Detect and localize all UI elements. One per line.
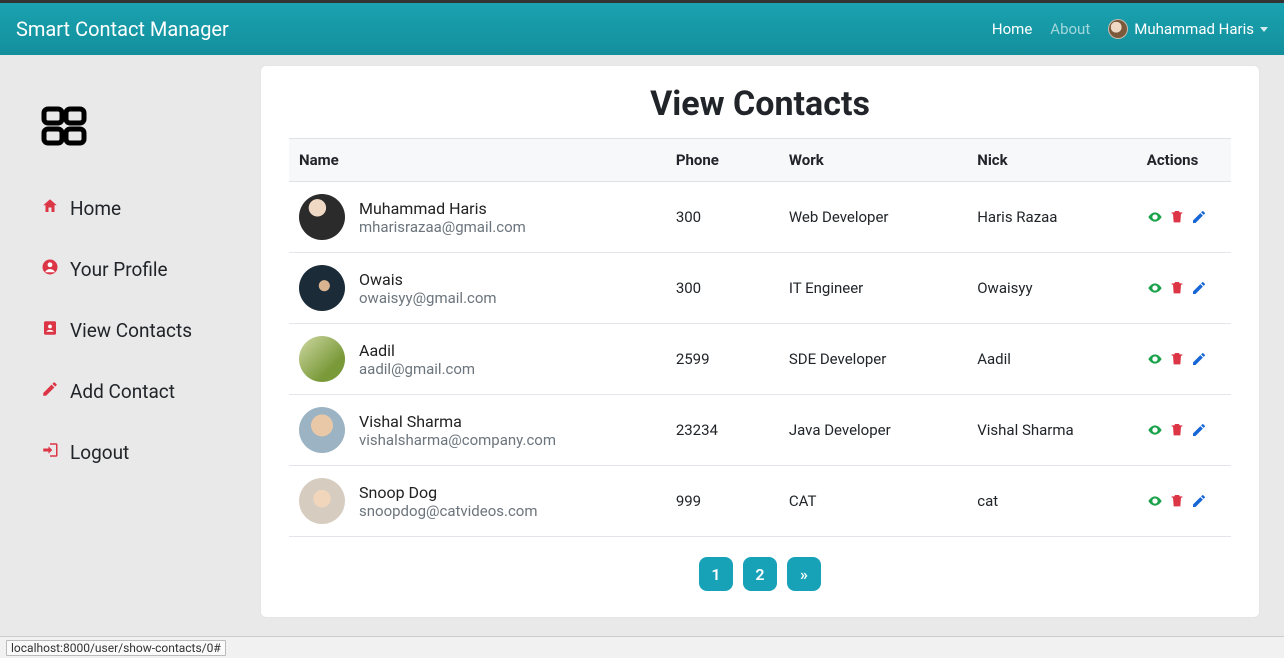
contact-phone: 300 — [666, 182, 779, 253]
contact-work: Java Developer — [779, 395, 967, 466]
col-header-name: Name — [289, 139, 666, 182]
col-header-actions: Actions — [1137, 139, 1231, 182]
sidebar-item-view-contacts[interactable]: View Contacts — [40, 319, 240, 342]
sidebar-view-label: View Contacts — [70, 319, 192, 342]
status-bar: localhost:8000/user/show-contacts/0# — [0, 636, 1284, 658]
sidebar-add-label: Add Contact — [70, 380, 175, 403]
pagination: 1 2 » — [289, 557, 1231, 591]
page-2-button[interactable]: 2 — [743, 557, 777, 591]
main-area: View Contacts Name Phone Work Nick Actio… — [260, 55, 1284, 636]
contact-nick: Vishal Sharma — [967, 395, 1137, 466]
col-header-phone: Phone — [666, 139, 779, 182]
home-icon — [40, 197, 60, 220]
user-avatar-icon — [1108, 19, 1128, 39]
contact-nick: Owaisyy — [967, 253, 1137, 324]
navbar-right: Home About Muhammad Haris — [992, 19, 1268, 39]
contact-phone: 23234 — [666, 395, 779, 466]
nav-username: Muhammad Haris — [1134, 20, 1254, 38]
contact-name: Vishal Sharma — [359, 412, 556, 431]
contact-email: vishalsharma@company.com — [359, 431, 556, 449]
sidebar-item-add-contact[interactable]: Add Contact — [40, 380, 240, 403]
contact-avatar — [299, 407, 345, 453]
view-icon[interactable] — [1147, 280, 1163, 296]
nav-user-menu[interactable]: Muhammad Haris — [1108, 19, 1268, 39]
sidebar-home-label: Home — [70, 197, 121, 220]
dashboard-icon[interactable] — [40, 105, 240, 157]
view-icon[interactable] — [1147, 493, 1163, 509]
delete-icon[interactable] — [1169, 422, 1185, 438]
table-row: Vishal Sharma vishalsharma@company.com 2… — [289, 395, 1231, 466]
contact-phone: 300 — [666, 253, 779, 324]
pencil-icon — [40, 380, 60, 403]
delete-icon[interactable] — [1169, 351, 1185, 367]
brand-title: Smart Contact Manager — [16, 17, 992, 41]
view-icon[interactable] — [1147, 209, 1163, 225]
edit-icon[interactable] — [1191, 422, 1207, 438]
contact-email: aadil@gmail.com — [359, 360, 475, 378]
contact-email: mharisrazaa@gmail.com — [359, 218, 526, 236]
nav-home[interactable]: Home — [992, 20, 1032, 38]
contact-name: Aadil — [359, 341, 475, 360]
status-url: localhost:8000/user/show-contacts/0# — [6, 640, 226, 656]
contact-email: snoopdog@catvideos.com — [359, 502, 538, 520]
logout-icon — [40, 441, 60, 464]
edit-icon[interactable] — [1191, 209, 1207, 225]
dropdown-caret-icon — [1260, 27, 1268, 32]
table-row: Muhammad Haris mharisrazaa@gmail.com 300… — [289, 182, 1231, 253]
layout-shell: Home Your Profile View Contacts Add Cont… — [0, 55, 1284, 636]
contacts-card: View Contacts Name Phone Work Nick Actio… — [260, 65, 1260, 618]
contacts-table: Name Phone Work Nick Actions — [289, 138, 1231, 537]
sidebar: Home Your Profile View Contacts Add Cont… — [0, 55, 260, 636]
page-next-button[interactable]: » — [787, 557, 821, 591]
contact-nick: Aadil — [967, 324, 1137, 395]
edit-icon[interactable] — [1191, 280, 1207, 296]
delete-icon[interactable] — [1169, 280, 1185, 296]
contact-avatar — [299, 194, 345, 240]
contact-name: Snoop Dog — [359, 483, 538, 502]
contact-work: SDE Developer — [779, 324, 967, 395]
sidebar-item-home[interactable]: Home — [40, 197, 240, 220]
contact-nick: Haris Razaa — [967, 182, 1137, 253]
contacts-icon — [40, 319, 60, 342]
contact-nick: cat — [967, 466, 1137, 537]
contact-phone: 2599 — [666, 324, 779, 395]
sidebar-profile-label: Your Profile — [70, 258, 168, 281]
edit-icon[interactable] — [1191, 493, 1207, 509]
contact-avatar — [299, 478, 345, 524]
contact-name: Owais — [359, 270, 497, 289]
view-icon[interactable] — [1147, 422, 1163, 438]
sidebar-item-profile[interactable]: Your Profile — [40, 258, 240, 281]
contact-phone: 999 — [666, 466, 779, 537]
contact-avatar — [299, 336, 345, 382]
sidebar-logout-label: Logout — [70, 441, 129, 464]
nav-about[interactable]: About — [1050, 20, 1090, 38]
contact-work: IT Engineer — [779, 253, 967, 324]
contact-email: owaisyy@gmail.com — [359, 289, 497, 307]
table-row: Aadil aadil@gmail.com 2599 SDE Developer… — [289, 324, 1231, 395]
contact-work: CAT — [779, 466, 967, 537]
contact-avatar — [299, 265, 345, 311]
table-row: Owais owaisyy@gmail.com 300 IT Engineer … — [289, 253, 1231, 324]
page-1-button[interactable]: 1 — [699, 557, 733, 591]
user-icon — [40, 258, 60, 281]
contact-name: Muhammad Haris — [359, 199, 526, 218]
col-header-nick: Nick — [967, 139, 1137, 182]
contact-work: Web Developer — [779, 182, 967, 253]
edit-icon[interactable] — [1191, 351, 1207, 367]
delete-icon[interactable] — [1169, 209, 1185, 225]
view-icon[interactable] — [1147, 351, 1163, 367]
col-header-work: Work — [779, 139, 967, 182]
table-row: Snoop Dog snoopdog@catvideos.com 999 CAT… — [289, 466, 1231, 537]
sidebar-item-logout[interactable]: Logout — [40, 441, 240, 464]
delete-icon[interactable] — [1169, 493, 1185, 509]
page-title: View Contacts — [289, 84, 1231, 124]
top-navbar: Smart Contact Manager Home About Muhamma… — [0, 3, 1284, 55]
